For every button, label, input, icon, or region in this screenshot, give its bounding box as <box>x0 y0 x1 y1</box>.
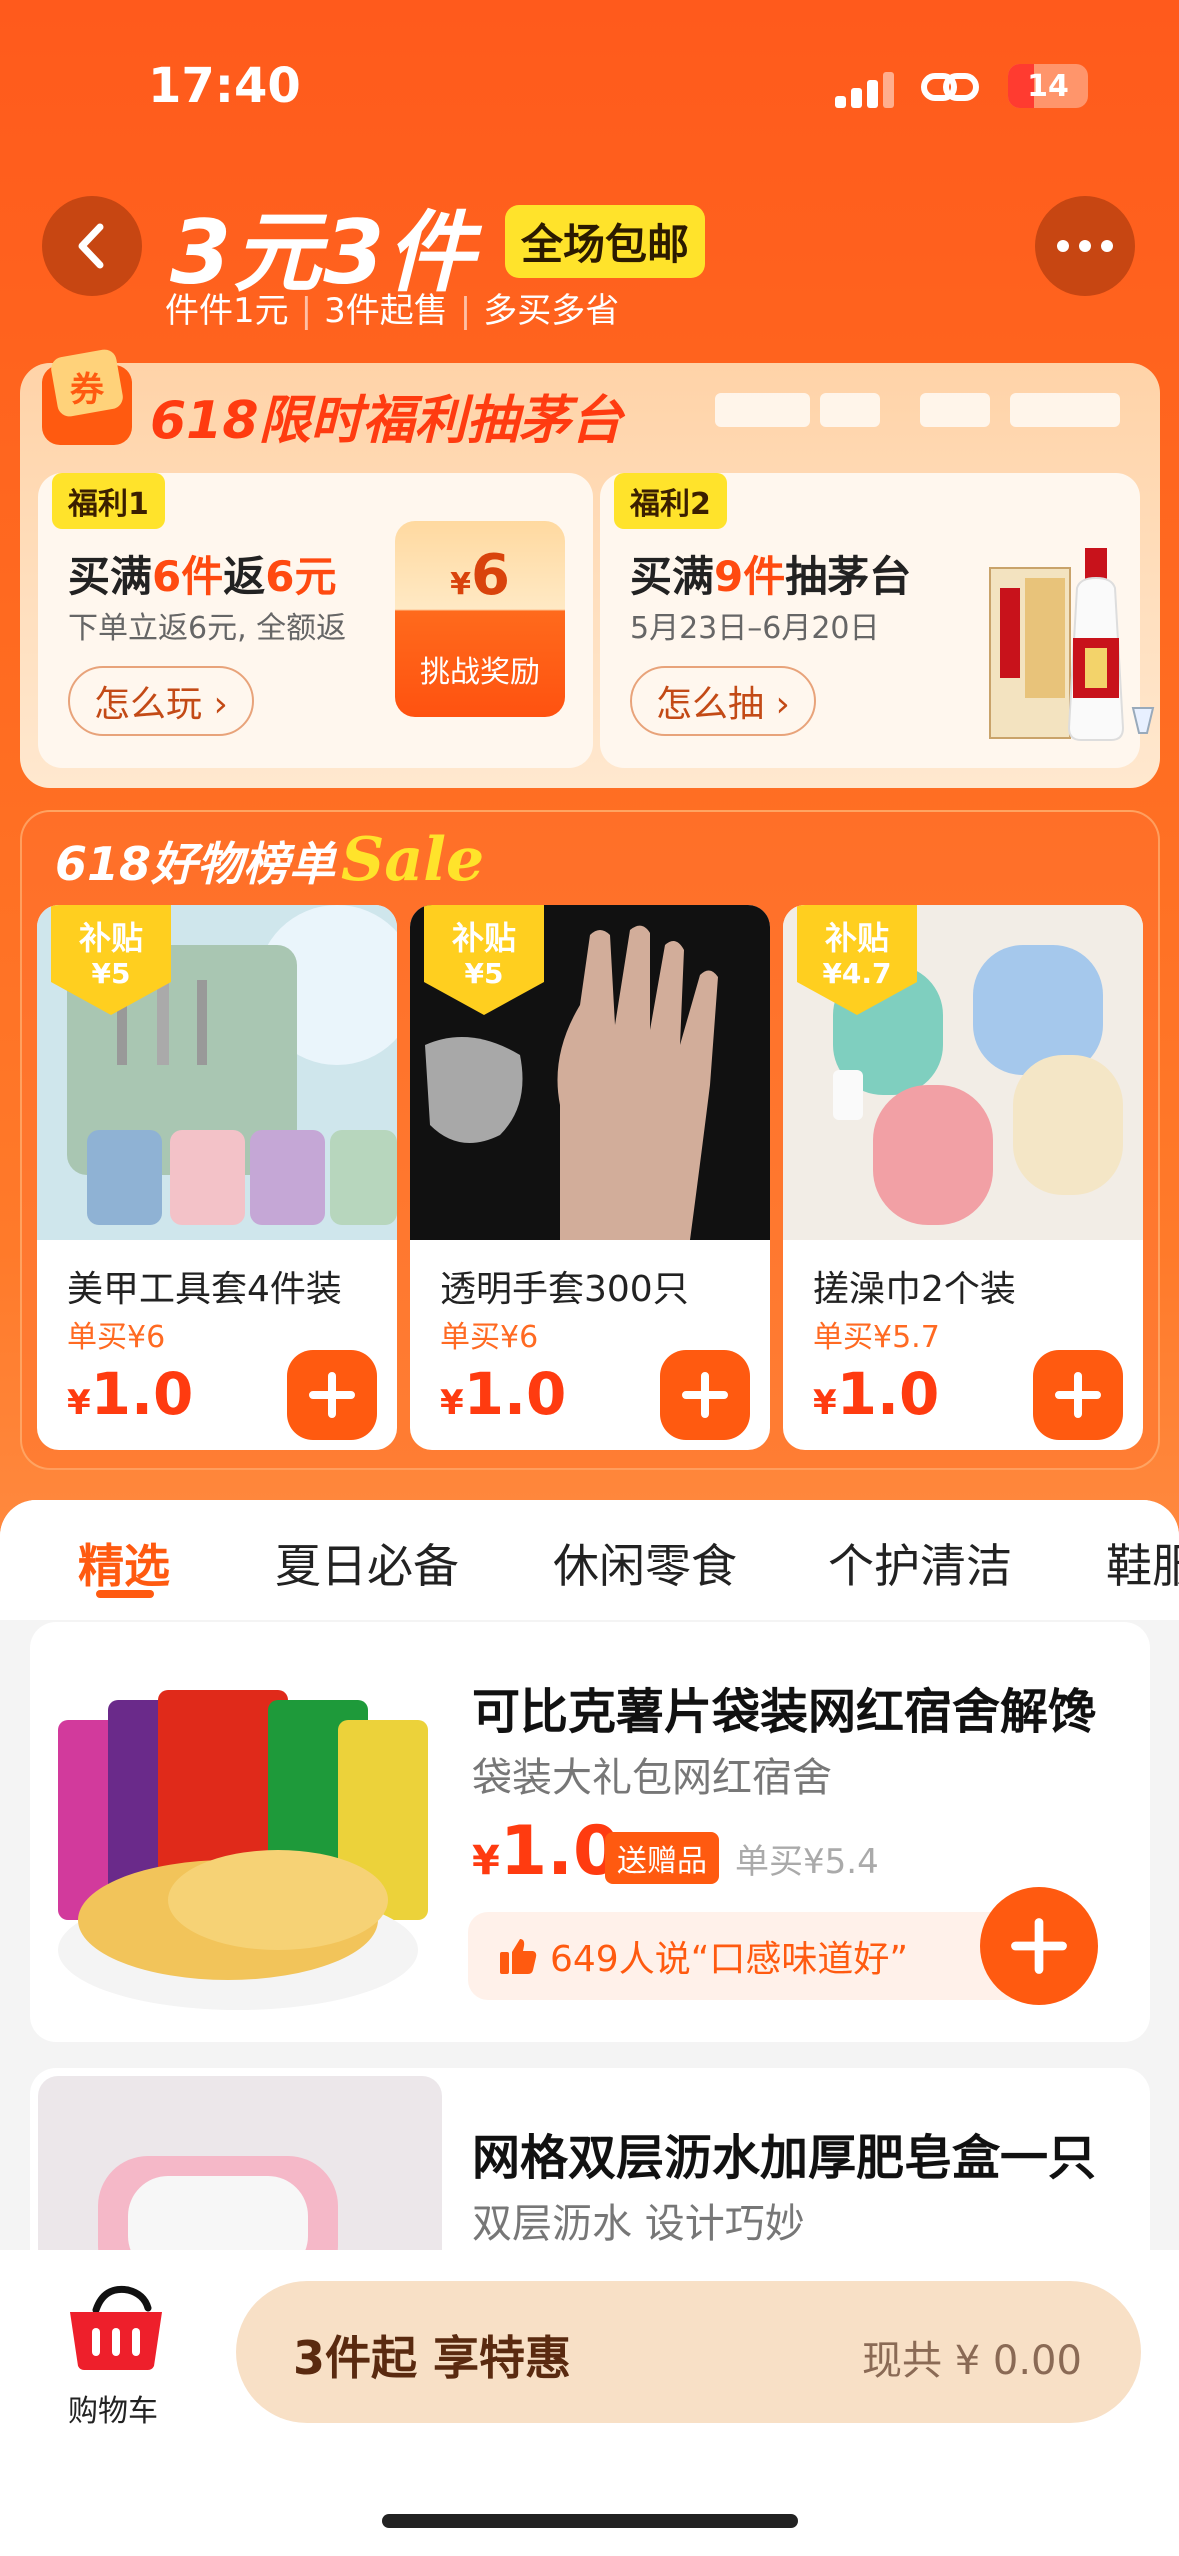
checkout-label[interactable]: 3件起 享特惠 <box>293 2322 571 2388</box>
plus-icon <box>682 1372 728 1418</box>
plus-icon <box>309 1372 355 1418</box>
subtitle-part: 件件1元 <box>165 291 289 331</box>
item-name: 网格双层沥水加厚肥皂盒一只 <box>472 2130 1097 2186</box>
battery-icon: 14 <box>1008 64 1088 108</box>
product-price: ¥1.0 <box>440 1360 567 1428</box>
single-price: 单买¥6 <box>67 1320 166 1355</box>
item-subtitle: 双层沥水 设计巧妙 <box>472 2201 805 2247</box>
subsidy-badge: 补贴 ¥5 <box>424 905 544 1015</box>
product-card[interactable]: 补贴 ¥4.7 搓澡巾2个装 单买¥5.7 ¥1.0 <box>783 905 1143 1450</box>
tab-snacks[interactable]: 休闲零食 <box>553 1530 737 1596</box>
welfare-title: 买满6件返6元 <box>68 552 337 601</box>
welfare-tag: 福利1 <box>52 473 165 529</box>
subtitle-part: 多买多省 <box>483 291 620 331</box>
blurred-text <box>820 393 880 427</box>
moutai-product-image <box>989 548 1155 741</box>
link-icon <box>921 73 979 101</box>
more-dots-icon <box>1057 240 1113 252</box>
thumbs-up-icon <box>500 1939 537 1974</box>
add-to-cart-button[interactable] <box>660 1350 750 1440</box>
add-to-cart-button[interactable] <box>980 1887 1098 2005</box>
signal-icon <box>835 70 895 108</box>
single-price: 单买¥5.4 <box>735 1842 879 1882</box>
status-bar: 17:40 14 <box>0 0 1179 160</box>
how-to-play-button[interactable]: 怎么玩 › <box>68 666 254 736</box>
plus-icon <box>1011 1918 1067 1974</box>
tab-summer[interactable]: 夏日必备 <box>275 1530 459 1596</box>
tab-featured[interactable]: 精选 <box>78 1530 170 1596</box>
subsidy-badge: 补贴 ¥5 <box>51 905 171 1015</box>
lottery-title: 618限时福利抽茅台 <box>150 391 623 451</box>
home-indicator[interactable] <box>382 2514 798 2528</box>
subtitle-part: 3件起售 <box>324 291 448 331</box>
packet-value: ¥6 <box>450 543 510 608</box>
welfare-desc: 5月23日–6月20日 <box>630 611 880 646</box>
cart-total: 现共 ¥ 0.00 <box>862 2338 1082 2384</box>
single-price: 单买¥5.7 <box>813 1320 940 1355</box>
welfare-card-1[interactable]: 福利1 买满6件返6元 下单立返6元, 全额返 怎么玩 › ¥6 挑战奖励 <box>38 473 593 768</box>
product-card[interactable]: 补贴 ¥5 美甲工具套4件装 单买¥6 ¥1.0 <box>37 905 397 1450</box>
best-sellers-title: 618好物榜单 Sale <box>55 825 485 895</box>
subsidy-badge: 补贴 ¥4.7 <box>797 905 917 1015</box>
list-item[interactable]: 可比克薯片袋装网红宿舍解馋 袋装大礼包网红宿舍 ¥1.0 送赠品 单买¥5.4 … <box>30 1622 1150 2042</box>
product-card[interactable]: 补贴 ¥5 透明手套300只 单买¥6 ¥1.0 <box>410 905 770 1450</box>
product-image <box>38 1630 442 2034</box>
single-price: 单买¥6 <box>440 1320 539 1355</box>
gift-badge: 送赠品 <box>605 1832 719 1884</box>
item-price: ¥1.0 <box>472 1812 621 1891</box>
welfare-desc: 下单立返6元, 全额返 <box>68 611 347 646</box>
red-packet[interactable]: ¥6 挑战奖励 <box>395 521 565 717</box>
coupon-icon: 券 <box>42 349 132 445</box>
blurred-text <box>1010 393 1120 427</box>
item-subtitle: 袋装大礼包网红宿舍 <box>472 1755 832 1801</box>
add-to-cart-button[interactable] <box>1033 1350 1123 1440</box>
packet-label: 挑战奖励 <box>420 655 540 690</box>
how-to-draw-button[interactable]: 怎么抽 › <box>630 666 816 736</box>
plus-icon <box>1055 1372 1101 1418</box>
welfare-tag: 福利2 <box>614 473 727 529</box>
product-name: 搓澡巾2个装 <box>813 1269 1016 1310</box>
tab-shoes-clothes[interactable]: 鞋服 <box>1106 1530 1179 1596</box>
item-name: 可比克薯片袋装网红宿舍解馋 <box>472 1684 1097 1740</box>
welfare-card-2[interactable]: 福利2 买满9件抽茅台 5月23日–6月20日 怎么抽 › <box>600 473 1155 768</box>
chevron-left-icon <box>78 223 104 269</box>
more-button[interactable] <box>1035 196 1135 296</box>
product-name: 透明手套300只 <box>440 1269 689 1310</box>
product-name: 美甲工具套4件装 <box>67 1269 342 1310</box>
active-tab-indicator <box>96 1590 154 1598</box>
blurred-text <box>715 393 810 427</box>
review-summary: 649人说“口感味道好” <box>468 1912 1028 2000</box>
product-price: ¥1.0 <box>67 1360 194 1428</box>
free-shipping-badge: 全场包邮 <box>505 205 706 278</box>
add-to-cart-button[interactable] <box>287 1350 377 1440</box>
welfare-title: 买满9件抽茅台 <box>630 552 912 601</box>
svg-text:券: 券 <box>70 370 105 410</box>
blurred-text <box>920 393 990 427</box>
back-button[interactable] <box>42 196 142 296</box>
header-subtitle: 件件1元 | 3件起售 | 多买多省 <box>165 291 620 331</box>
tab-personal-care[interactable]: 个护清洁 <box>828 1530 1012 1596</box>
status-time: 17:40 <box>148 58 301 114</box>
product-price: ¥1.0 <box>813 1360 940 1428</box>
cart-label[interactable]: 购物车 <box>68 2386 158 2430</box>
shopping-cart-icon[interactable] <box>66 2282 166 2372</box>
